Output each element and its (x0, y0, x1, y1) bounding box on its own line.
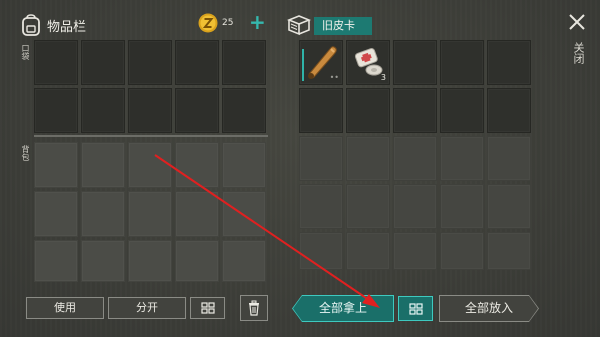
container-slot[interactable] (346, 184, 390, 229)
backpack-slot[interactable] (34, 191, 78, 237)
backpack-slot[interactable] (128, 240, 172, 282)
backpack-slot[interactable] (81, 142, 125, 188)
backpack-icon (22, 14, 40, 36)
container-slot[interactable] (393, 184, 437, 229)
pocket-label: 口袋 (21, 44, 30, 60)
pocket-grid (34, 40, 266, 133)
z-coin-icon (198, 13, 218, 33)
container-slot[interactable] (299, 88, 343, 133)
sort-grid-icon (200, 302, 215, 314)
backpack-slot[interactable] (175, 240, 219, 282)
container-slot[interactable]: 3 (346, 40, 390, 85)
backpack-slot[interactable] (128, 191, 172, 237)
close-label[interactable]: 关闭 (569, 42, 585, 64)
container-slot[interactable] (440, 88, 484, 133)
container-grid: •• 3 (299, 40, 531, 270)
add-currency-button[interactable]: + (249, 12, 266, 32)
container-slot[interactable] (487, 88, 531, 133)
backpack-slot[interactable] (81, 240, 125, 282)
container-name-tab[interactable]: 旧皮卡 (314, 17, 372, 35)
container-slot[interactable] (299, 136, 343, 181)
container-slot[interactable] (440, 136, 484, 181)
use-button[interactable]: 使用 (26, 297, 104, 319)
backpack-slot[interactable] (34, 240, 78, 282)
split-button[interactable]: 分开 (108, 297, 186, 319)
backpack-slot[interactable] (175, 142, 219, 188)
backpack-slot[interactable] (222, 142, 266, 188)
pocket-slot[interactable] (81, 88, 125, 133)
container-slot[interactable] (487, 184, 531, 229)
container-slot[interactable] (393, 40, 437, 85)
coin-count: 25 (222, 18, 234, 28)
pocket-slot[interactable] (81, 40, 125, 85)
put-all-button[interactable]: 全部放入 (440, 296, 538, 321)
pocket-slot[interactable] (222, 88, 266, 133)
container-slot[interactable] (487, 232, 531, 270)
container-slot[interactable] (346, 232, 390, 270)
close-icon[interactable] (567, 12, 587, 32)
pocket-slot[interactable] (34, 88, 78, 133)
backpack-slot[interactable] (34, 142, 78, 188)
trash-button[interactable] (240, 295, 268, 321)
backpack-grid (34, 142, 266, 282)
pocket-slot[interactable] (34, 40, 78, 85)
section-divider (34, 135, 268, 137)
container-slot[interactable] (440, 40, 484, 85)
container-slot[interactable]: •• (299, 40, 343, 85)
sort-button[interactable] (190, 297, 225, 319)
backpack-slot[interactable] (222, 240, 266, 282)
pocket-slot[interactable] (222, 40, 266, 85)
container-slot[interactable] (299, 184, 343, 229)
backpack-label: 背包 (21, 145, 30, 161)
pocket-slot[interactable] (175, 40, 219, 85)
take-all-button[interactable]: 全部拿上 (293, 296, 393, 321)
sort-grid-icon (408, 302, 423, 315)
container-slot[interactable] (440, 232, 484, 270)
container-slot[interactable] (299, 232, 343, 270)
container-slot[interactable] (487, 136, 531, 181)
container-slot[interactable] (346, 136, 390, 181)
trash-icon (249, 300, 259, 316)
backpack-slot[interactable] (222, 191, 266, 237)
cardboard-box-icon (287, 15, 311, 36)
container-slot[interactable] (487, 40, 531, 85)
container-slot[interactable] (440, 184, 484, 229)
container-slot[interactable] (393, 88, 437, 133)
item-count: 3 (380, 73, 386, 82)
pocket-slot[interactable] (128, 88, 172, 133)
container-sort-button[interactable] (398, 296, 433, 321)
pocket-slot[interactable] (128, 40, 172, 85)
container-slot[interactable] (393, 232, 437, 270)
backpack-slot[interactable] (175, 191, 219, 237)
container-slot[interactable] (393, 136, 437, 181)
container-slot[interactable] (346, 88, 390, 133)
backpack-slot[interactable] (81, 191, 125, 237)
backpack-slot[interactable] (128, 142, 172, 188)
pocket-slot[interactable] (175, 88, 219, 133)
inventory-title: 物品栏 (47, 20, 87, 35)
